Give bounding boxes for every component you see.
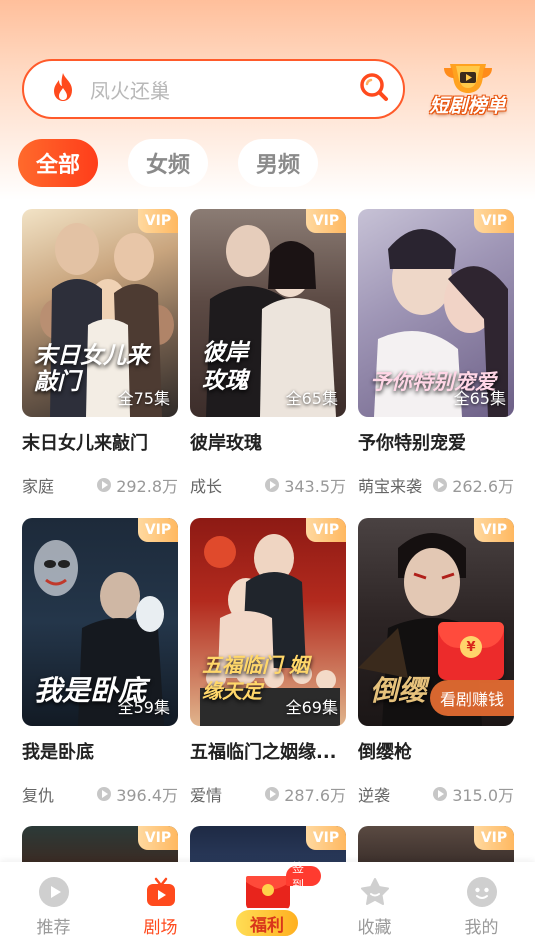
drama-title[interactable]: 倒缨枪: [358, 738, 514, 764]
play-circle-icon: [38, 876, 70, 908]
genre-tag: 复仇: [22, 786, 55, 805]
nav-label: 推荐: [36, 918, 71, 938]
red-packet-reward-icon[interactable]: ¥: [438, 622, 504, 680]
nav-label: 剧场: [143, 918, 178, 938]
play-count-icon: [265, 787, 280, 801]
drama-poster[interactable]: VIP 予你特别宠爱 全65集: [358, 209, 514, 417]
vip-badge: VIP: [138, 209, 178, 233]
view-count: 262.6万: [433, 473, 514, 497]
view-count: 343.5万: [265, 473, 346, 497]
play-count-icon: [97, 478, 112, 492]
episode-count: 全59集: [117, 698, 170, 717]
drama-card[interactable]: VIP: [22, 826, 178, 866]
genre-tag: 萌宝来袭: [358, 477, 423, 496]
flame-icon: [50, 72, 76, 106]
vip-badge: VIP: [306, 209, 346, 233]
vip-badge: VIP: [138, 518, 178, 542]
drama-ranking-label: 短剧榜单: [429, 95, 506, 117]
drama-title[interactable]: 末日女儿来敲门: [22, 429, 178, 455]
play-count-icon: [265, 478, 280, 492]
episode-count: 全65集: [453, 389, 506, 408]
genre-tag: 爱情: [190, 786, 223, 805]
search-input[interactable]: 凤火还巢: [90, 75, 359, 104]
nav-label: 我的: [464, 918, 499, 938]
drama-title[interactable]: 我是卧底: [22, 738, 178, 764]
view-count: 396.4万: [97, 782, 178, 806]
vip-badge: VIP: [474, 209, 514, 233]
play-count-icon: [433, 787, 448, 801]
screen: 凤火还巢 短剧榜单 全部 女频 男频 VIP 末日女儿来敲门 全75集 末日女儿…: [0, 0, 535, 951]
drama-title[interactable]: 五福临门之姻缘...: [190, 738, 346, 764]
drama-ranking-button[interactable]: 短剧榜单: [420, 60, 515, 118]
play-count-icon: [97, 787, 112, 801]
drama-card[interactable]: VIP 五福临门 姻缘天定 全69集 五福临门之姻缘... 爱情 287.6万: [190, 518, 346, 806]
drama-card[interactable]: VIP 予你特别宠爱 全65集 予你特别宠爱 萌宝来袭 262.6万: [358, 209, 514, 497]
nav-item-profile[interactable]: 我的: [428, 862, 535, 951]
view-count-value: 343.5万: [284, 477, 346, 496]
nav-label: 福利: [234, 908, 300, 938]
drama-meta: 家庭 292.8万: [22, 473, 178, 497]
nav-item-theater[interactable]: 剧场: [107, 862, 214, 951]
view-count: 315.0万: [433, 782, 514, 806]
drama-poster[interactable]: VIP 末日女儿来敲门 全75集: [22, 209, 178, 417]
bottom-navigation: 推荐 剧场 签到 福利 收藏 我的: [0, 861, 535, 951]
view-count: 287.6万: [265, 782, 346, 806]
view-count-value: 396.4万: [116, 786, 178, 805]
genre-tag: 逆袭: [358, 786, 391, 805]
view-count-value: 262.6万: [452, 477, 514, 496]
tv-icon: [145, 876, 177, 908]
view-count-value: 292.8万: [116, 477, 178, 496]
vip-badge: VIP: [306, 518, 346, 542]
search-icon[interactable]: [359, 72, 389, 106]
drama-meta: 复仇 396.4万: [22, 782, 178, 806]
drama-meta: 萌宝来袭 262.6万: [358, 473, 514, 497]
vip-badge: VIP: [138, 826, 178, 850]
search-bar[interactable]: 凤火还巢: [22, 59, 405, 119]
poster-title: 彼岸玫瑰: [202, 340, 248, 394]
drama-meta: 成长 343.5万: [190, 473, 346, 497]
watch-earn-button[interactable]: 看剧赚钱: [429, 680, 514, 716]
drama-poster[interactable]: VIP: [190, 826, 346, 866]
tab-female[interactable]: 女频: [128, 139, 208, 187]
drama-meta: 逆袭 315.0万: [358, 782, 514, 806]
episode-count: 全65集: [285, 389, 338, 408]
episode-count: 全75集: [117, 389, 170, 408]
drama-card[interactable]: VIP 我是卧底 全59集 我是卧底 复仇 396.4万: [22, 518, 178, 806]
drama-poster[interactable]: VIP 我是卧底 全59集: [22, 518, 178, 726]
check-in-badge: 签到: [286, 861, 321, 892]
profile-icon: [466, 876, 498, 908]
nav-item-favorites[interactable]: 收藏: [321, 862, 428, 951]
drama-poster[interactable]: VIP: [358, 826, 514, 866]
drama-poster[interactable]: VIP 五福临门 姻缘天定 全69集: [190, 518, 346, 726]
nav-item-recommend[interactable]: 推荐: [0, 862, 107, 951]
nav-label: 收藏: [357, 918, 392, 938]
drama-title[interactable]: 彼岸玫瑰: [190, 429, 346, 455]
drama-poster[interactable]: VIP 倒缨 ¥ 看剧赚钱: [358, 518, 514, 726]
drama-poster[interactable]: VIP: [22, 826, 178, 866]
play-count-icon: [433, 478, 448, 492]
drama-meta: 爱情 287.6万: [190, 782, 346, 806]
genre-tag: 成长: [190, 477, 223, 496]
tab-all[interactable]: 全部: [18, 139, 98, 187]
vip-badge: VIP: [474, 826, 514, 850]
drama-card[interactable]: VIP 彼岸玫瑰 全65集 彼岸玫瑰 成长 343.5万: [190, 209, 346, 497]
view-count-value: 315.0万: [452, 786, 514, 805]
drama-card[interactable]: VIP 倒缨 ¥ 看剧赚钱 倒缨枪 逆袭 315.0万: [358, 518, 514, 806]
view-count: 292.8万: [97, 473, 178, 497]
category-tabs: 全部 女频 男频: [18, 139, 348, 187]
tab-male[interactable]: 男频: [238, 139, 318, 187]
episode-count: 全69集: [285, 698, 338, 717]
star-icon: [359, 876, 391, 908]
drama-card[interactable]: VIP: [190, 826, 346, 866]
drama-card[interactable]: VIP 末日女儿来敲门 全75集 末日女儿来敲门 家庭 292.8万: [22, 209, 178, 497]
drama-title[interactable]: 予你特别宠爱: [358, 429, 514, 455]
vip-badge: VIP: [474, 518, 514, 542]
nav-item-welfare[interactable]: 签到 福利: [214, 861, 321, 951]
vip-badge: VIP: [306, 826, 346, 850]
view-count-value: 287.6万: [284, 786, 346, 805]
genre-tag: 家庭: [22, 477, 55, 496]
drama-card[interactable]: VIP: [358, 826, 514, 866]
drama-poster[interactable]: VIP 彼岸玫瑰 全65集: [190, 209, 346, 417]
